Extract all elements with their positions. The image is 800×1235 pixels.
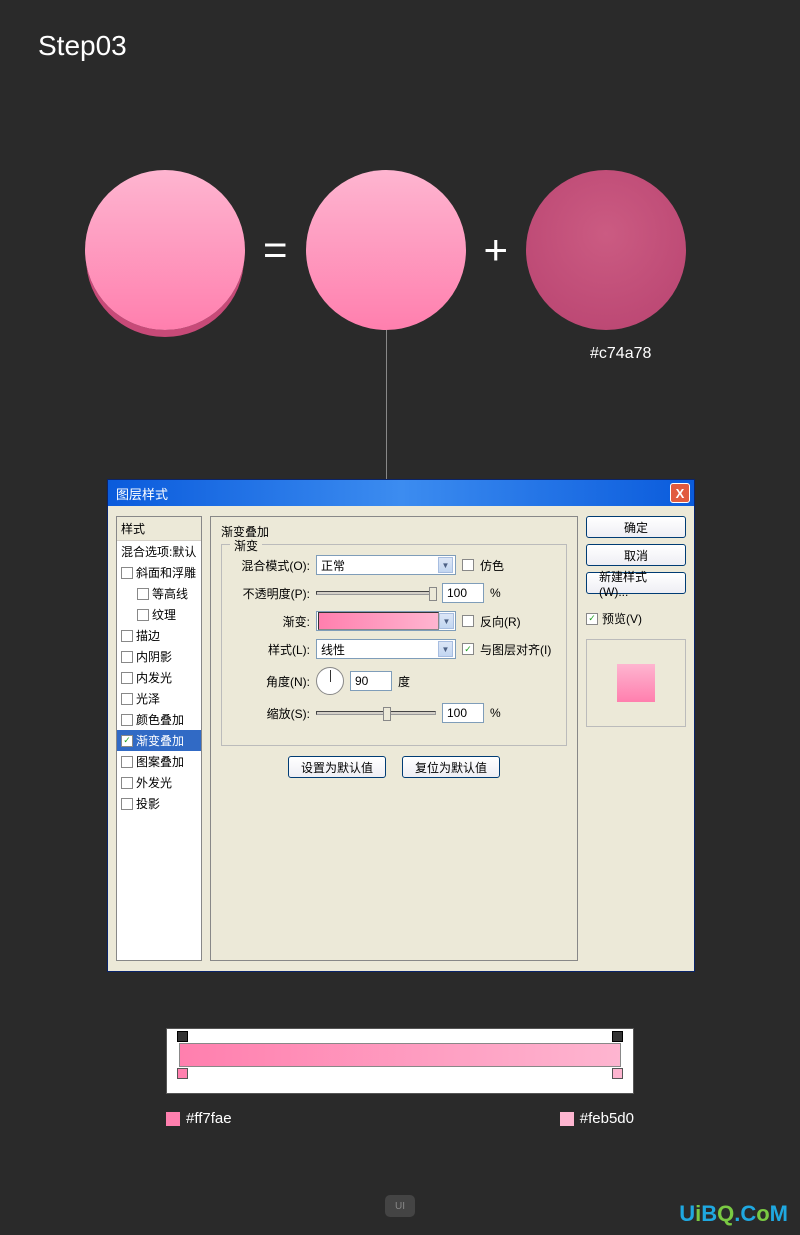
hex-row: #ff7fae #feb5d0 [166,1110,634,1127]
preview-checkbox[interactable]: ✓ [586,613,598,625]
blend-mode-label: 混合模式(O): [232,557,310,574]
opacity-stop-left[interactable] [177,1031,188,1042]
base-hex-label: #c74a78 [590,345,651,363]
dither-checkbox[interactable] [462,559,474,571]
style-item-gradientoverlay[interactable]: ✓渐变叠加 [117,730,201,751]
gradient-circle [306,170,466,330]
checkbox[interactable] [121,651,133,663]
ui-cn-logo: UI [385,1195,415,1217]
checkbox[interactable] [121,798,133,810]
preview-label: 预览(V) [602,610,642,627]
chevron-down-icon: ▼ [439,613,454,629]
style-select[interactable]: 线性 ▼ [316,639,456,659]
align-label: 与图层对齐(I) [480,641,551,658]
checkbox[interactable] [121,777,133,789]
checkbox[interactable] [121,567,133,579]
gradient-editor [166,1028,634,1094]
scale-input[interactable]: 100 [442,703,484,723]
result-circle [85,170,245,330]
dialog-title-text: 图层样式 [116,484,168,503]
angle-input[interactable]: 90 [350,671,392,691]
close-button[interactable]: X [670,483,690,503]
equals-sign: = [263,226,288,274]
style-item-texture[interactable]: 纹理 [117,604,201,625]
checkbox[interactable] [121,693,133,705]
styles-header[interactable]: 样式 [117,517,201,541]
style-item-dropshadow[interactable]: 投影 [117,793,201,814]
styles-list: 样式 混合选项:默认 斜面和浮雕 等高线 纹理 描边 内阴影 内发光 光泽 颜色… [116,516,202,961]
dialog-titlebar[interactable]: 图层样式 X [108,480,694,506]
style-item-satin[interactable]: 光泽 [117,688,201,709]
fieldset-label: 渐变 [230,537,262,554]
checkbox[interactable] [121,672,133,684]
blend-options-item[interactable]: 混合选项:默认 [117,541,201,562]
angle-label: 角度(N): [232,673,310,690]
style-label: 样式(L): [232,641,310,658]
new-style-button[interactable]: 新建样式(W)... [586,572,686,594]
reverse-checkbox[interactable] [462,615,474,627]
swatch-icon [560,1112,574,1126]
plus-sign: + [484,226,509,274]
scale-slider[interactable] [316,711,436,715]
checkbox-checked[interactable]: ✓ [121,735,133,747]
chevron-down-icon: ▼ [438,557,453,573]
step-title: Step03 [38,30,127,62]
right-hex: #feb5d0 [580,1110,634,1127]
checkbox[interactable] [121,630,133,642]
reverse-label: 反向(R) [480,613,521,630]
checkbox[interactable] [137,609,149,621]
opacity-input[interactable]: 100 [442,583,484,603]
opacity-slider[interactable] [316,591,436,595]
swatch-icon [166,1112,180,1126]
base-circle [526,170,686,330]
style-item-coloroverlay[interactable]: 颜色叠加 [117,709,201,730]
style-item-innerglow[interactable]: 内发光 [117,667,201,688]
set-default-button[interactable]: 设置为默认值 [288,756,386,778]
gradient-overlay-panel: 渐变叠加 渐变 混合模式(O): 正常 ▼ 仿色 不透明度(P): 100 [210,516,578,961]
ok-button[interactable]: 确定 [586,516,686,538]
opacity-label: 不透明度(P): [232,585,310,602]
blend-mode-select[interactable]: 正常 ▼ [316,555,456,575]
scale-label: 缩放(S): [232,705,310,722]
style-item-patternoverlay[interactable]: 图案叠加 [117,751,201,772]
style-item-innershadow[interactable]: 内阴影 [117,646,201,667]
layer-style-dialog: 图层样式 X 样式 混合选项:默认 斜面和浮雕 等高线 纹理 描边 内阴影 内发… [107,479,695,972]
gradient-bar[interactable] [179,1043,621,1067]
style-item-outerglow[interactable]: 外发光 [117,772,201,793]
left-hex: #ff7fae [186,1110,232,1127]
gradient-label: 渐变: [232,613,310,630]
checkbox[interactable] [137,588,149,600]
style-item-contour[interactable]: 等高线 [117,583,201,604]
gradient-preview [318,612,439,630]
circles-equation: = + [85,170,686,330]
preview-area [586,639,686,727]
angle-dial[interactable] [316,667,344,695]
preview-swatch [617,664,655,702]
checkbox[interactable] [121,756,133,768]
connector-line [386,330,387,480]
align-checkbox[interactable]: ✓ [462,643,474,655]
percent-unit: % [490,706,501,720]
watermark-logo: UiBQ.CoM [679,1201,788,1227]
style-item-bevel[interactable]: 斜面和浮雕 [117,562,201,583]
cancel-button[interactable]: 取消 [586,544,686,566]
color-stop-left[interactable] [177,1068,188,1079]
style-item-stroke[interactable]: 描边 [117,625,201,646]
color-stop-right[interactable] [612,1068,623,1079]
reset-default-button[interactable]: 复位为默认值 [402,756,500,778]
chevron-down-icon: ▼ [438,641,453,657]
angle-unit: 度 [398,673,410,690]
checkbox[interactable] [121,714,133,726]
gradient-picker[interactable]: ▼ [316,611,456,631]
group-title: 渐变叠加 [221,523,567,540]
dialog-right-panel: 确定 取消 新建样式(W)... ✓ 预览(V) [586,516,686,961]
opacity-stop-right[interactable] [612,1031,623,1042]
dither-label: 仿色 [480,557,504,574]
percent-unit: % [490,586,501,600]
